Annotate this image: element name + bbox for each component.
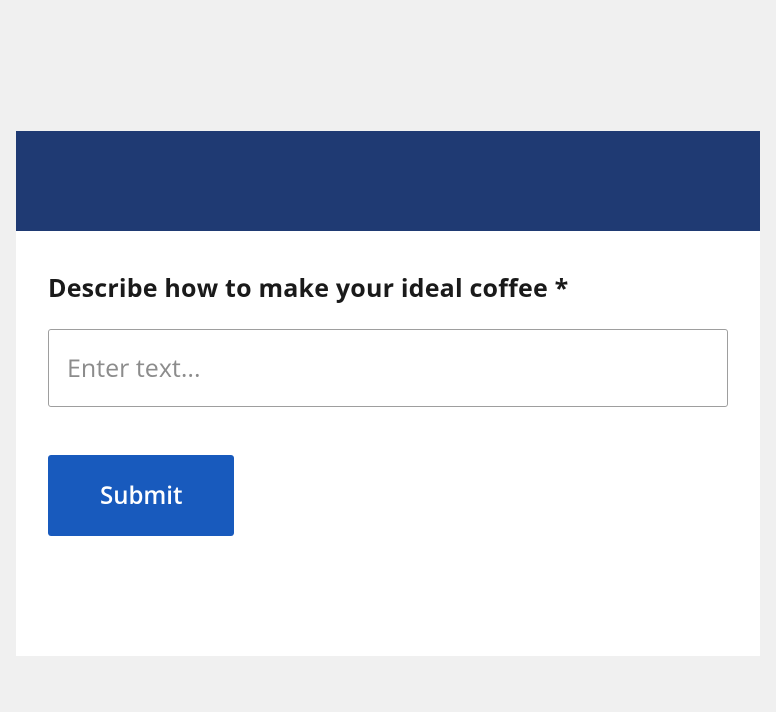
form-body: Describe how to make your ideal coffee *… — [16, 231, 760, 656]
question-label: Describe how to make your ideal coffee * — [48, 271, 728, 305]
form-card: Describe how to make your ideal coffee *… — [16, 131, 760, 656]
answer-input[interactable] — [48, 329, 728, 407]
submit-button[interactable]: Submit — [48, 455, 234, 536]
header-band — [16, 131, 760, 231]
